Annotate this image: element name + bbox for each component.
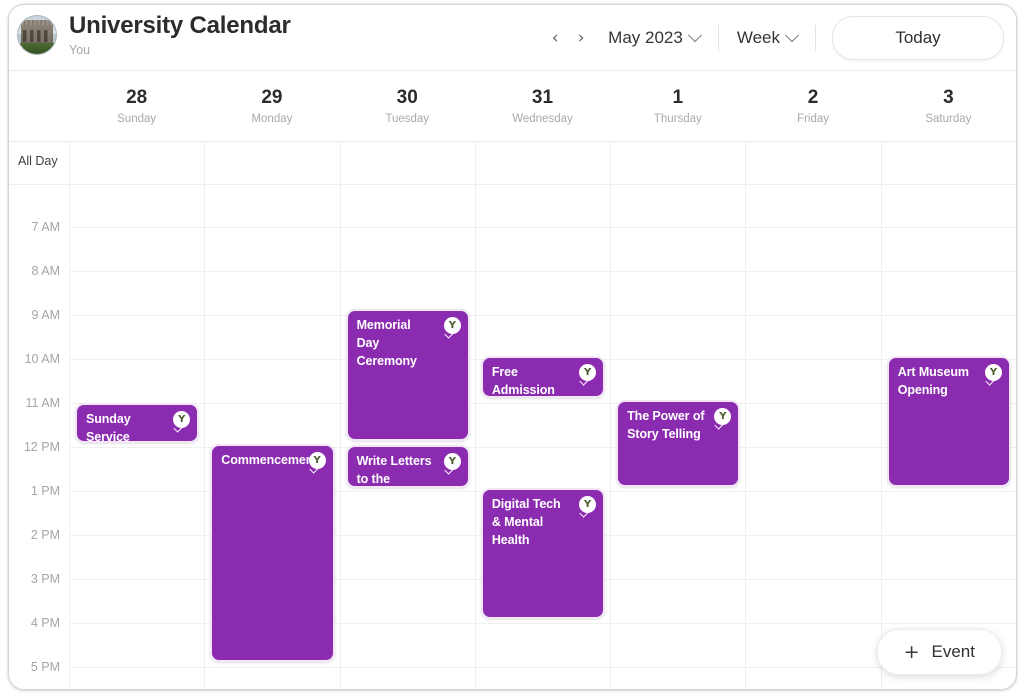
calendar-event[interactable]: Sunday Service Y xyxy=(75,403,200,443)
all-day-row: All Day xyxy=(9,142,1016,185)
attendee-avatar-icon: Y xyxy=(173,411,191,433)
all-day-cell-saturday[interactable] xyxy=(880,142,1016,184)
attendee-avatar-icon: Y xyxy=(443,317,461,339)
month-year-selector[interactable]: May 2023 xyxy=(594,23,714,53)
all-day-cell-monday[interactable] xyxy=(204,142,339,184)
calendar-event[interactable]: Art Museum Opening Y xyxy=(886,356,1011,487)
toolbar-divider xyxy=(815,25,816,51)
day-column-sunday[interactable]: Sunday Service Y xyxy=(69,185,204,689)
hour-label: 9 AM xyxy=(31,308,61,322)
plus-icon: + xyxy=(903,640,920,663)
calendar-event[interactable]: The Power of Story Telling Y xyxy=(616,400,741,487)
title-block: University Calendar You xyxy=(69,14,291,57)
calendar-owner-label: You xyxy=(69,43,91,57)
day-columns: Sunday Service Y Commencement Y Memorial Day… xyxy=(69,185,1016,689)
prev-period-button[interactable]: ‹ xyxy=(542,23,568,53)
day-name: Thursday xyxy=(653,113,702,125)
all-day-cell-tuesday[interactable] xyxy=(339,142,475,184)
attendee-avatar-icon: Y xyxy=(579,364,597,386)
day-header-saturday[interactable]: 3 Saturday xyxy=(881,71,1016,141)
hour-label: 2 PM xyxy=(30,528,60,542)
day-name: Tuesday xyxy=(385,113,430,125)
next-period-button[interactable]: › xyxy=(568,23,594,53)
hour-label: 10 AM xyxy=(24,352,60,366)
day-header-monday[interactable]: 29 Monday xyxy=(204,71,339,141)
day-column-friday[interactable] xyxy=(745,185,880,689)
day-number: 29 xyxy=(261,87,283,108)
add-event-label: Event xyxy=(931,642,975,661)
day-name: Monday xyxy=(251,113,293,125)
day-name: Saturday xyxy=(925,113,972,125)
all-day-label: All Day xyxy=(18,154,58,168)
day-name: Sunday xyxy=(117,113,157,125)
time-gutter: 7 AM 8 AM 9 AM 10 AM 11 AM 12 PM 1 PM 2 PM 3 PM 4… xyxy=(9,185,69,689)
hour-label: 5 PM xyxy=(30,660,60,674)
day-name: Wednesday xyxy=(512,113,573,125)
attendee-avatar-icon: Y xyxy=(579,496,597,518)
day-number: 2 xyxy=(807,87,819,108)
time-grid[interactable]: 7 AM 8 AM 9 AM 10 AM 11 AM 12 PM 1 PM 2 PM 3 PM 4… xyxy=(9,185,1016,689)
chevron-down-icon xyxy=(687,28,702,43)
calendar-event[interactable]: Digital Tech & Mental Health Y xyxy=(480,488,606,619)
all-day-grid xyxy=(69,142,1016,184)
day-header-thursday[interactable]: 1 Thursday xyxy=(610,71,745,141)
day-header-friday[interactable]: 2 Friday xyxy=(745,71,880,141)
calendar-event[interactable]: Commencement Y xyxy=(210,444,335,662)
add-event-button[interactable]: + Event xyxy=(876,629,1002,675)
calendar-window: University Calendar You ‹ › May 2023 Wee… xyxy=(8,4,1017,690)
day-header-row: 28 Sunday 29 Monday 30 Tuesday 31 Wednesday 1 Thu… xyxy=(9,71,1016,142)
today-button[interactable]: Today xyxy=(832,16,1004,60)
day-number: 30 xyxy=(396,87,418,108)
day-number: 3 xyxy=(943,87,954,108)
day-number: 31 xyxy=(531,87,554,108)
day-name: Friday xyxy=(797,113,830,125)
toolbar-divider xyxy=(717,25,719,51)
attendee-avatar-icon: Y xyxy=(443,453,461,475)
attendee-avatar-icon: Y xyxy=(714,408,732,430)
view-selector[interactable]: Week xyxy=(723,23,811,53)
day-number: 28 xyxy=(126,87,148,108)
day-column-tuesday[interactable]: Memorial Day Ceremony Y Write Letters to t… xyxy=(339,185,475,689)
attendee-avatar-icon: Y xyxy=(308,452,326,474)
hour-label: 12 PM xyxy=(23,440,60,454)
hour-label: 7 AM xyxy=(31,220,61,234)
attendee-avatar-icon: Y xyxy=(985,364,1002,386)
day-column-thursday[interactable]: The Power of Story Telling Y xyxy=(610,185,745,689)
all-day-cell-wednesday[interactable] xyxy=(474,142,610,184)
view-label: Week xyxy=(736,28,780,47)
hour-label: 4 PM xyxy=(30,616,60,630)
hour-label: 8 AM xyxy=(31,264,61,278)
day-header-grid: 28 Sunday 29 Monday 30 Tuesday 31 Wednesday 1 Thu… xyxy=(69,71,1016,141)
month-year-label: May 2023 xyxy=(608,28,683,47)
day-header-sunday[interactable]: 28 Sunday xyxy=(69,71,204,141)
day-column-wednesday[interactable]: Free Admission DayY Digital Tech & Mental… xyxy=(474,185,610,689)
calendar-app: University Calendar You ‹ › May 2023 Wee… xyxy=(0,0,1024,694)
day-column-saturday[interactable]: Art Museum Opening Y xyxy=(880,185,1016,689)
hour-label: 11 AM xyxy=(25,396,60,410)
hour-label: 1 PM xyxy=(30,484,60,498)
day-header-wednesday[interactable]: 31 Wednesday xyxy=(475,71,610,141)
calendar-event[interactable]: Memorial Day Ceremony Y xyxy=(345,309,470,441)
calendar-event[interactable]: Write Letters to the TroopsY xyxy=(345,445,470,488)
all-day-cell-sunday[interactable] xyxy=(69,142,204,184)
page-title: University Calendar xyxy=(69,12,291,39)
day-header-tuesday[interactable]: 30 Tuesday xyxy=(340,71,475,141)
day-column-monday[interactable]: Commencement Y xyxy=(204,185,339,689)
university-building-avatar xyxy=(17,15,57,56)
all-day-cell-friday[interactable] xyxy=(745,142,880,184)
calendar-brand: University Calendar You xyxy=(17,14,291,57)
calendar-event[interactable]: Free Admission DayY xyxy=(480,356,606,398)
app-header: University Calendar You ‹ › May 2023 Wee… xyxy=(9,5,1016,71)
chevron-down-icon xyxy=(784,28,800,43)
calendar-toolbar: ‹ › May 2023 Week Today xyxy=(542,5,1004,71)
all-day-cell-thursday[interactable] xyxy=(610,142,745,184)
hour-label: 3 PM xyxy=(30,572,60,586)
day-number: 1 xyxy=(672,87,684,108)
